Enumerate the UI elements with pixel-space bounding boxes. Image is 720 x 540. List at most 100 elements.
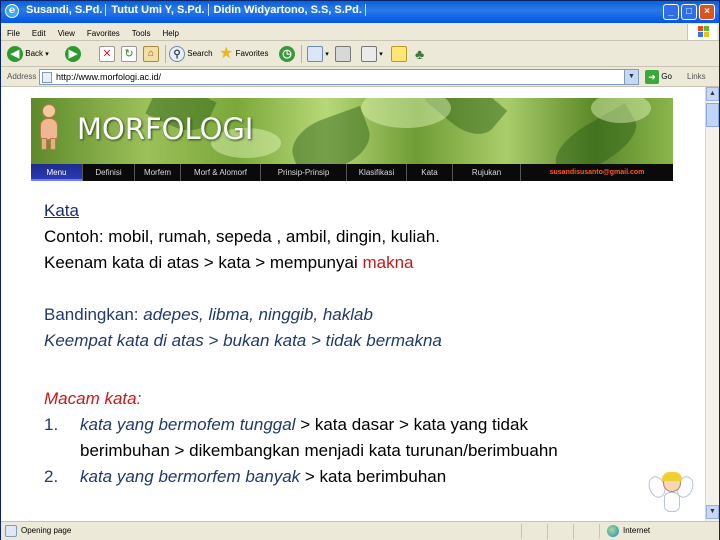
menu-favorites[interactable]: Favorites bbox=[81, 25, 126, 38]
nav-item-morf-alomorf[interactable]: Morf & Alomorf bbox=[181, 164, 261, 181]
site-nav: Menu Definisi Morfem Morf & Alomorf Prin… bbox=[31, 164, 673, 181]
browser-window: e Susandi, S.Pd. Tutut Umi Y, S.Pd. Didin … bbox=[0, 0, 720, 540]
close-button[interactable]: × bbox=[699, 4, 715, 20]
menu-help[interactable]: Help bbox=[156, 25, 184, 38]
bandingkan-line: Bandingkan: adepes, libma, ninggib, hakl… bbox=[44, 302, 373, 328]
nav-item-rujukan[interactable]: Rujukan bbox=[453, 164, 521, 181]
menu-view[interactable]: View bbox=[52, 25, 81, 38]
vertical-scrollbar[interactable]: ▲ ▼ bbox=[705, 87, 719, 521]
favorites-button[interactable]: ★ Favorites bbox=[219, 45, 268, 63]
list-number: 1. bbox=[44, 415, 59, 434]
keempat-line: Keempat kata di atas > bukan kata > tida… bbox=[44, 331, 442, 350]
address-label: Address bbox=[7, 72, 37, 81]
forward-arrow-icon: ▶ bbox=[65, 45, 81, 62]
home-icon: ⌂ bbox=[143, 45, 159, 62]
ie-logo-icon: e bbox=[5, 4, 19, 18]
nav-item-definisi[interactable]: Definisi bbox=[83, 164, 135, 181]
macam-heading: Macam kata: bbox=[44, 389, 142, 408]
list-item-text: > kata berimbuhan bbox=[300, 467, 447, 486]
notes-icon bbox=[391, 45, 407, 62]
status-pane-divider bbox=[599, 524, 600, 539]
stop-button[interactable]: ✕ bbox=[99, 45, 115, 63]
list-item-text: > kata dasar > kata yang tidak bbox=[295, 415, 528, 434]
address-input[interactable]: http://www.morfologi.ac.id/ ▼ bbox=[39, 69, 639, 85]
refresh-button[interactable]: ↻ bbox=[121, 45, 137, 63]
address-bar: Address http://www.morfologi.ac.id/ ▼ ➜ … bbox=[1, 67, 719, 87]
contoh-line: Contoh: mobil, rumah, sepeda , ambil, di… bbox=[44, 227, 440, 246]
chevron-down-icon: ▾ bbox=[45, 51, 49, 58]
list-item-continuation: berimbuhan > dikembangkan menjadi kata t… bbox=[80, 441, 558, 460]
toolbar-separator bbox=[301, 45, 302, 63]
go-label: Go bbox=[661, 72, 672, 81]
search-button[interactable]: ⚲ Search bbox=[169, 45, 213, 63]
list-number: 2. bbox=[44, 467, 59, 486]
list-item-emph: kata yang bermofem tunggal bbox=[80, 415, 296, 434]
title-part: Tutut Umi Y, S.Pd. bbox=[108, 4, 209, 16]
bandingkan-label: Bandingkan: bbox=[44, 305, 144, 324]
menu-edit[interactable]: Edit bbox=[26, 25, 52, 38]
page-icon bbox=[42, 72, 52, 83]
history-button[interactable]: ◷ bbox=[279, 45, 295, 63]
list-item: kata yang bermorfem banyak > kata berimb… bbox=[80, 464, 446, 490]
maximize-button[interactable]: □ bbox=[681, 4, 697, 20]
nav-item-klasifikasi[interactable]: Klasifikasi bbox=[347, 164, 407, 181]
scroll-down-icon[interactable]: ▼ bbox=[706, 505, 719, 519]
status-bar: Opening page Internet bbox=[1, 521, 719, 540]
keenam-line: Keenam kata di atas > kata > mempunyai m… bbox=[44, 250, 414, 276]
banner-highlight bbox=[361, 98, 451, 128]
title-part: Didin Widyartono, S.S, S.Pd. bbox=[211, 4, 366, 16]
address-url: http://www.morfologi.ac.id/ bbox=[56, 72, 162, 82]
nav-item-morfem[interactable]: Morfem bbox=[135, 164, 181, 181]
scroll-up-icon[interactable]: ▲ bbox=[706, 87, 719, 101]
minimize-button[interactable]: _ bbox=[663, 4, 679, 20]
mail-button[interactable]: ▾ bbox=[307, 45, 329, 63]
forward-button[interactable]: ▶ bbox=[65, 45, 81, 63]
go-arrow-icon: ➜ bbox=[645, 69, 659, 84]
list-item: kata yang bermofem tunggal > kata dasar … bbox=[80, 412, 528, 438]
edit-button[interactable]: ▾ bbox=[361, 45, 383, 63]
internet-zone-icon bbox=[607, 525, 619, 537]
scroll-thumb[interactable] bbox=[706, 103, 719, 127]
section-heading[interactable]: Kata bbox=[44, 198, 79, 224]
nav-item-menu[interactable]: Menu bbox=[31, 164, 83, 181]
menu-file[interactable]: File bbox=[1, 25, 26, 38]
notes-button[interactable] bbox=[391, 45, 407, 63]
back-label: Back bbox=[25, 49, 44, 58]
windows-logo-icon bbox=[687, 24, 717, 40]
messenger-button[interactable]: ♣ bbox=[415, 45, 424, 63]
print-button[interactable] bbox=[335, 45, 351, 63]
window-title: Susandi, S.Pd. Tutut Umi Y, S.Pd. Didin Wi… bbox=[23, 4, 368, 16]
page-loading-icon bbox=[5, 525, 17, 537]
bandingkan-words: adepes, libma, ninggib, haklab bbox=[143, 305, 373, 324]
stop-icon: ✕ bbox=[99, 45, 115, 62]
page-viewport: MORFOLOGI Menu Definisi Morfem Morf & Al… bbox=[1, 87, 705, 521]
title-part: Susandi, S.Pd. bbox=[23, 4, 107, 16]
home-button[interactable]: ⌂ bbox=[143, 45, 159, 63]
address-dropdown-button[interactable]: ▼ bbox=[624, 70, 638, 84]
links-label[interactable]: Links bbox=[687, 72, 706, 81]
nav-item-kata[interactable]: Kata bbox=[407, 164, 453, 181]
status-text: Opening page bbox=[21, 526, 72, 535]
nav-email-link[interactable]: susandisusanto@gmail.com bbox=[521, 164, 673, 181]
toolbar: ◀ Back ▾ ▶ ✕ ↻ ⌂ ⚲ Search ★ Favorites ◷ bbox=[1, 41, 719, 67]
toolbar-separator bbox=[165, 45, 166, 63]
search-icon: ⚲ bbox=[169, 45, 185, 62]
print-icon bbox=[335, 45, 351, 62]
mail-icon bbox=[307, 45, 323, 62]
cherub-figure-icon bbox=[37, 104, 61, 150]
back-arrow-icon: ◀ bbox=[7, 45, 23, 62]
star-icon: ★ bbox=[219, 45, 234, 62]
title-bar: e Susandi, S.Pd. Tutut Umi Y, S.Pd. Didin … bbox=[1, 1, 719, 23]
list-item-emph: kata yang bermorfem banyak bbox=[80, 467, 301, 486]
menu-tools[interactable]: Tools bbox=[126, 25, 157, 38]
chevron-down-icon: ▾ bbox=[379, 51, 383, 58]
nav-item-prinsip[interactable]: Prinsip-Prinsip bbox=[261, 164, 347, 181]
site-title: MORFOLOGI bbox=[77, 112, 254, 146]
back-button[interactable]: ◀ Back ▾ bbox=[7, 45, 49, 63]
favorites-label: Favorites bbox=[235, 49, 269, 59]
angel-icon bbox=[645, 472, 697, 516]
go-button[interactable]: ➜ Go bbox=[645, 69, 672, 85]
menu-bar: File Edit View Favorites Tools Help bbox=[1, 23, 719, 41]
site-banner: MORFOLOGI bbox=[31, 98, 673, 164]
history-icon: ◷ bbox=[279, 45, 295, 62]
